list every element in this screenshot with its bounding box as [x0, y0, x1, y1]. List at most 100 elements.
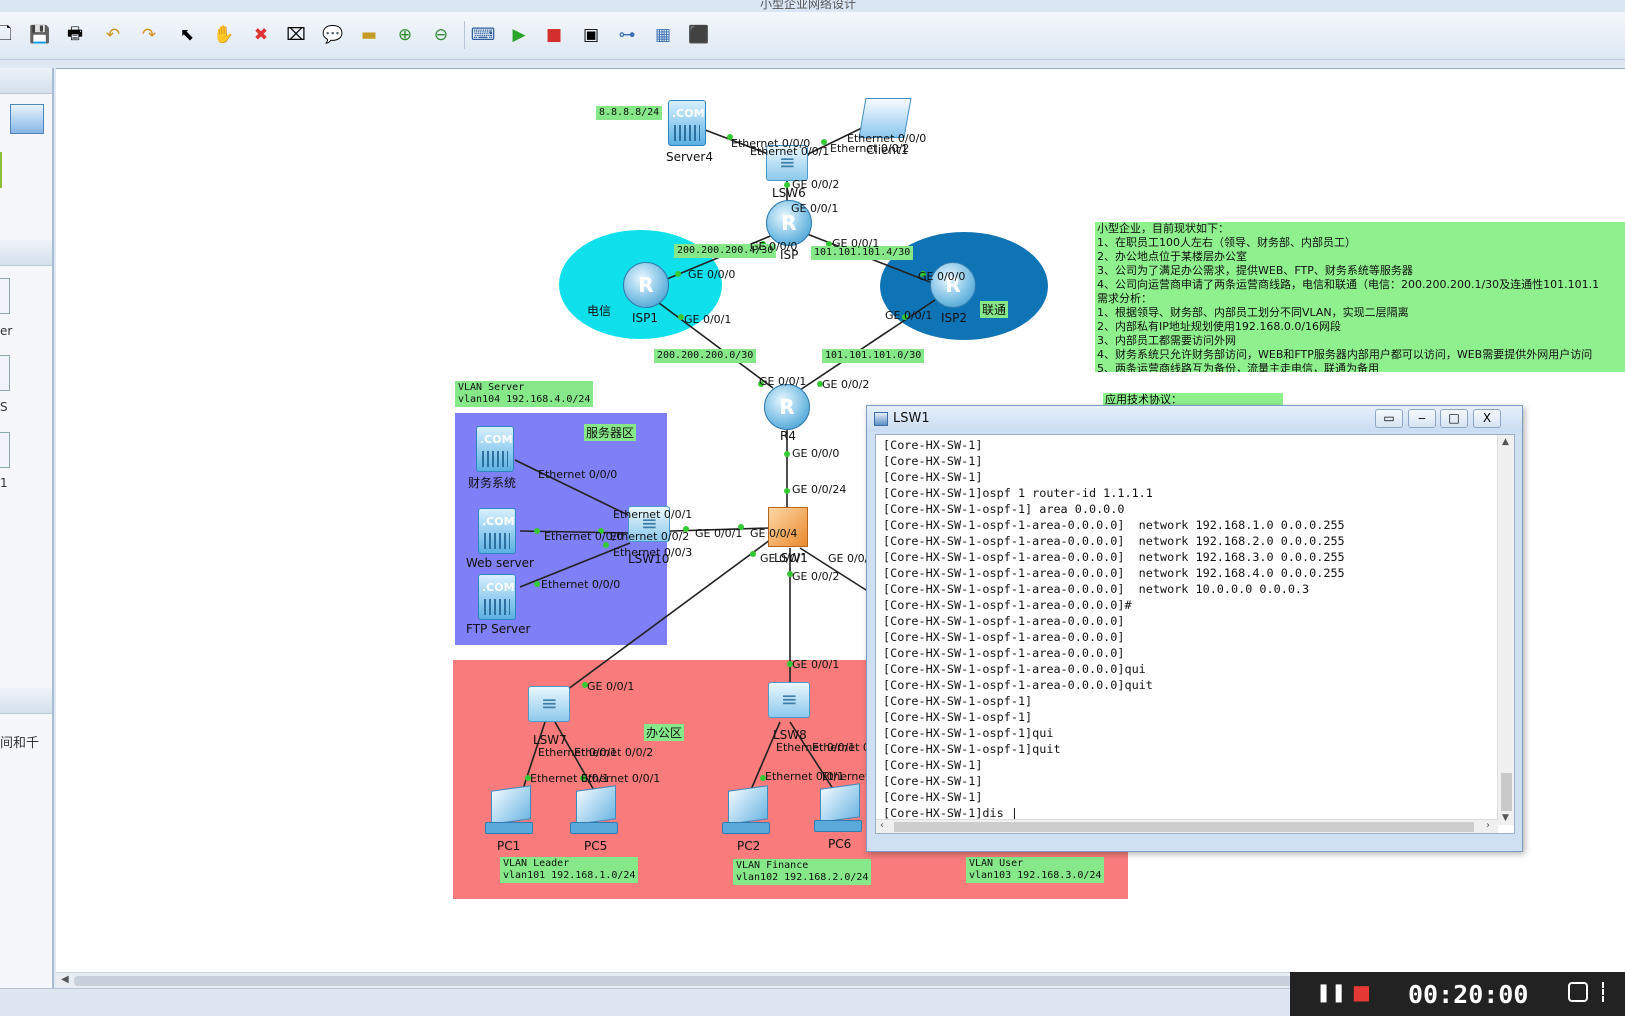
console-title-bar[interactable]: LSW1 ▭ ‒ □ X [867, 406, 1522, 432]
port-label: GE 0/0/1 [759, 375, 807, 388]
server4-icon[interactable] [668, 100, 706, 146]
scroll-thumb[interactable] [894, 822, 1474, 832]
console-title: LSW1 [893, 411, 930, 426]
port-label: GE 0/0/2 [792, 570, 840, 583]
port-label: GE 0/0/4 [750, 527, 798, 540]
isp2-router-icon[interactable]: R [930, 262, 976, 308]
pc2-name: PC2 [737, 839, 761, 853]
ftp-server-name: FTP Server [466, 622, 531, 636]
stop-recording-icon[interactable]: ■ [1352, 980, 1371, 1004]
note-line: 2、办公地点位于某楼层办公室 [1097, 250, 1247, 263]
console-line: [Core-HX-SW-1-ospf-1-area-0.0.0.0] netwo… [883, 582, 1310, 596]
web-server-name: Web server [466, 556, 534, 570]
port-label: GE 0/0/1 [885, 309, 933, 322]
port-label: Ethernet 0/0/0 [538, 468, 618, 481]
port-label: Ethernet 0/0/2 [574, 746, 654, 759]
port-dot [784, 488, 790, 494]
camera-icon[interactable] [1568, 982, 1588, 1002]
r4-name: R4 [780, 429, 796, 443]
console-line: [Core-HX-SW-1] [883, 774, 983, 788]
note-line: 1、根据领导、财务部、内部员工划分不同VLAN，实现二层隔离 [1097, 306, 1409, 319]
console-vertical-scrollbar[interactable]: ▲ ▼ [1497, 435, 1514, 825]
server-zone-label: 服务器区 [584, 424, 637, 441]
port-label: Ethernet 0/0/3 [613, 546, 693, 559]
note-line: 3、公司为了满足办公需求，提供WEB、FTP、财务系统等服务器 [1097, 264, 1413, 277]
server4-name: Server4 [666, 150, 713, 164]
note-line: 1、在职员工100人左右（领导、财务部、内部员工） [1097, 236, 1356, 249]
vlan-user-label: VLAN User vlan103 192.168.3.0/24 [966, 857, 1105, 883]
maximize-button[interactable]: □ [1440, 409, 1468, 428]
port-label: GE 0/0/0 [918, 270, 966, 283]
recording-timer: 00:20:00 [1408, 980, 1529, 1009]
console-line: [Core-HX-SW-1]ospf 1 router-id 1.1.1.1 [883, 486, 1153, 500]
close-button[interactable]: X [1473, 409, 1501, 428]
port-label: GE 0/0/1 [791, 202, 839, 215]
pc5-icon[interactable] [568, 785, 622, 838]
console-line: [Core-HX-SW-1-ospf-1-area-0.0.0.0] netwo… [883, 534, 1345, 548]
scroll-up-icon[interactable]: ▲ [1502, 437, 1509, 447]
port-label: GE 0/0/1 [695, 527, 743, 540]
telecom-label: 电信 [587, 304, 612, 318]
pause-icon[interactable]: ❚❚ [1316, 982, 1346, 1003]
scroll-left-icon[interactable]: ‹ [880, 820, 884, 831]
console-output[interactable]: [Core-HX-SW-1] [Core-HX-SW-1] [Core-HX-SW-… [875, 434, 1515, 834]
console-line: [Core-HX-SW-1] [883, 454, 983, 468]
port-label: Ethernet 0/0/0 [541, 578, 621, 591]
lsw7-icon[interactable] [528, 686, 570, 722]
office-zone-label: 办公区 [644, 724, 685, 741]
scroll-thumb[interactable] [1501, 773, 1512, 811]
note-line: 小型企业，目前现状如下： [1097, 222, 1229, 235]
note-line: 5、两条运营商线路互为备份，流量主走电信，联通为备用 [1097, 362, 1379, 372]
port-label: GE 0/0/1 [832, 237, 880, 250]
port-label: Ethernet [822, 770, 870, 783]
console-line: [Core-HX-SW-1-ospf-1-area-0.0.0.0] netwo… [883, 518, 1345, 532]
scroll-down-icon[interactable]: ▼ [1502, 813, 1509, 823]
port-label: Ethernet 0/0/2 [830, 142, 910, 155]
minimize-button[interactable]: ‒ [1408, 409, 1436, 428]
lsw1-console-window[interactable]: LSW1 ▭ ‒ □ X [Core-HX-SW-1] [Core-HX-SW-1… [866, 405, 1523, 852]
scroll-right-icon[interactable]: › [1486, 820, 1490, 831]
pc6-icon[interactable] [812, 783, 866, 836]
telecom-edge-subnet-label: 200.200.200.0/30 [654, 349, 757, 363]
scroll-thumb[interactable] [74, 976, 1484, 986]
unicom-label: 联通 [980, 301, 1009, 318]
pc1-icon[interactable] [483, 785, 537, 838]
port-label: GE 0/0/24 [792, 483, 847, 496]
expand-icon[interactable] [1602, 982, 1620, 1002]
console-text: [Core-HX-SW-1] [Core-HX-SW-1] [Core-HX-SW-… [883, 437, 1345, 821]
pc6-name: PC6 [828, 837, 852, 851]
requirements-note[interactable]: 小型企业，目前现状如下： 1、在职员工100人左右（领导、财务部、内部员工） 2… [1095, 222, 1625, 372]
web-server-icon[interactable] [478, 508, 516, 554]
restore-icon[interactable]: ▭ [1375, 409, 1403, 428]
scroll-left-icon[interactable]: ◀ [61, 974, 69, 985]
port-label: GE 0/0/ [828, 552, 869, 565]
lsw8-icon[interactable] [768, 682, 810, 718]
console-line: [Core-HX-SW-1-ospf-1] [883, 710, 1033, 724]
port-dot [534, 581, 540, 587]
lsw7-name: LSW7 [533, 733, 567, 747]
port-label: GE 0/0/2 [822, 378, 870, 391]
console-line: [Core-HX-SW-1-ospf-1-area-0.0.0.0] netwo… [883, 550, 1345, 564]
pc2-icon[interactable] [720, 785, 774, 838]
console-line: [Core-HX-SW-1-ospf-1-area-0.0.0.0]qui [883, 662, 1146, 676]
console-line: [Core-HX-SW-1-ospf-1] [883, 694, 1033, 708]
r4-router-icon[interactable]: R [764, 384, 810, 430]
port-label: GE 0/0/0 [688, 268, 736, 281]
port-label: Ethernet 0/ [812, 741, 874, 754]
unicom-edge-subnet-label: 101.101.101.0/30 [822, 349, 925, 363]
port-label: GE 0/0/1 [760, 552, 808, 565]
port-dot [750, 551, 756, 557]
port-label: GE 0/0/0 [750, 240, 798, 253]
ftp-server-icon[interactable] [478, 574, 516, 620]
console-line: [Core-HX-SW-1-ospf-1-area-0.0.0.0]# [883, 598, 1132, 612]
console-horizontal-scrollbar[interactable]: ‹ › [876, 819, 1498, 833]
port-dot [675, 271, 681, 277]
port-dot [534, 528, 540, 534]
pc1-name: PC1 [497, 839, 521, 853]
isp1-router-icon[interactable]: R [623, 262, 669, 308]
console-app-icon [874, 412, 888, 426]
console-line: [Core-HX-SW-1-ospf-1] area 0.0.0.0 [883, 502, 1125, 516]
port-dot [784, 451, 790, 457]
finance-server-icon[interactable] [476, 426, 514, 472]
isp2-name: ISP2 [941, 311, 968, 325]
